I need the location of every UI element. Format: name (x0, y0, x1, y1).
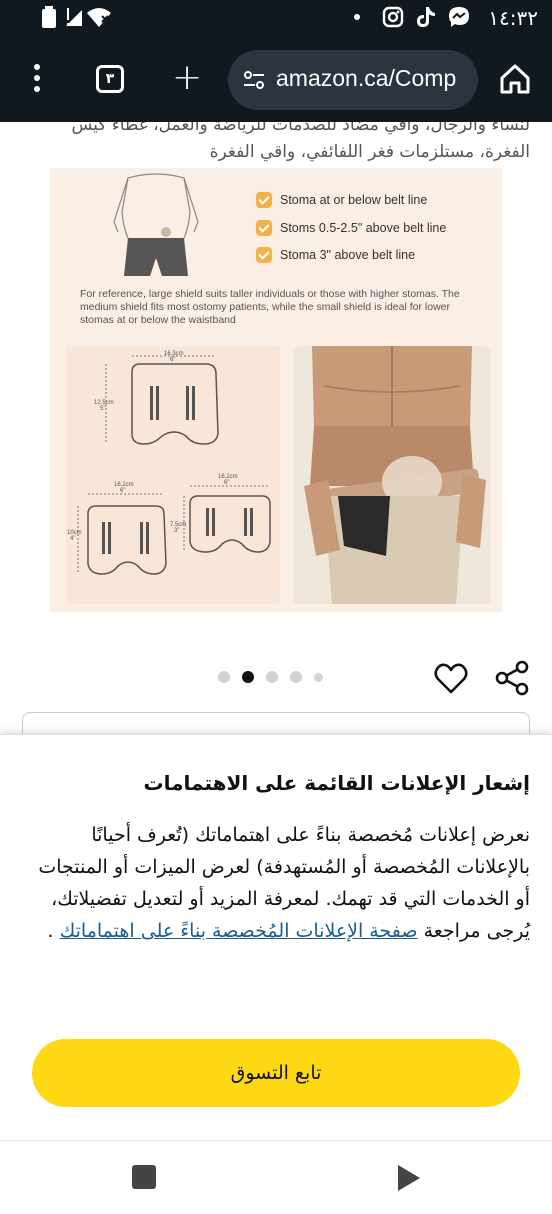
battery-icon (42, 6, 56, 33)
svg-text:6": 6" (120, 488, 125, 494)
sheet-title: إشعار الإعلانات القائمة على الاهتمامات (143, 771, 530, 795)
product-title-line-1: لنساء والرجال، واقي مضاد للصدمات للرياضة… (71, 122, 530, 135)
shield-size-diagram: 16.3cm 6" 12.5cm 5" 16.2cm 6" 10cm 4" 16… (66, 346, 280, 604)
product-image[interactable]: Stoma at or below belt line Stoms 0.5-2.… (50, 168, 502, 612)
share-icon[interactable] (494, 660, 530, 696)
stop-icon[interactable] (132, 1165, 156, 1189)
tiktok-icon (416, 6, 436, 33)
more-menu-icon[interactable] (22, 64, 52, 96)
wifi-icon (86, 6, 112, 33)
system-nav-bar (0, 1140, 552, 1214)
carousel-dot[interactable] (290, 671, 302, 683)
url-text: amazon.ca/Comp (276, 65, 457, 91)
no-sim-icon (64, 6, 84, 33)
svg-text:5": 5" (100, 406, 105, 412)
browser-toolbar: ٣ + amazon.ca/Comp (0, 38, 552, 122)
continue-shopping-button[interactable]: تابع التسوق (32, 1039, 520, 1107)
torso-illustration (113, 173, 199, 276)
svg-text:6": 6" (224, 480, 229, 486)
option-stoma-3in-above: Stoma 3" above belt line (256, 245, 415, 265)
home-icon[interactable] (498, 62, 532, 96)
tab-switcher-button[interactable]: ٣ (96, 65, 124, 93)
messenger-icon (448, 6, 470, 33)
svg-text:6": 6" (170, 357, 175, 363)
play-icon[interactable] (398, 1165, 420, 1191)
reference-text: For reference, large shield suits taller… (80, 288, 460, 326)
carousel-dot[interactable] (266, 671, 278, 683)
interest-ads-sheet: إشعار الإعلانات القائمة على الاهتمامات ن… (0, 734, 552, 1140)
site-settings-icon[interactable] (242, 68, 266, 92)
product-page: لنساء والرجال، واقي مضاد للصدمات للرياضة… (0, 122, 552, 1140)
carousel-dot[interactable] (218, 671, 230, 683)
carousel-dot-active[interactable] (242, 671, 254, 683)
clock: ١٤:٣٢ (488, 6, 538, 30)
status-bar: ١٤:٣٢ (0, 0, 552, 38)
carousel-indicator[interactable] (218, 670, 335, 684)
sheet-body: نعرض إعلانات مُخصصة بناءً على اهتماماتك … (22, 819, 530, 947)
new-tab-icon[interactable]: + (172, 60, 202, 96)
option-stoma-above-belt: Stoms 0.5-2.5" above belt line (256, 218, 446, 238)
notification-dot (354, 14, 360, 20)
svg-text:3": 3" (174, 528, 179, 534)
interest-ads-link[interactable]: صفحة الإعلانات المُخصصة بناءً على اهتمام… (60, 920, 418, 942)
carousel-dot[interactable] (314, 672, 323, 682)
address-bar[interactable]: amazon.ca/Comp (228, 50, 478, 110)
model-photo (294, 346, 490, 604)
heart-icon[interactable] (434, 662, 468, 696)
svg-text:4": 4" (70, 536, 75, 542)
product-title-line-2: الفغرة، مستلزمات فغر اللفائفي، واقي الفغ… (209, 142, 530, 162)
instagram-icon (382, 6, 404, 33)
option-stoma-below-belt: Stoma at or below belt line (256, 190, 427, 210)
sheet-body-end: . (47, 920, 60, 942)
